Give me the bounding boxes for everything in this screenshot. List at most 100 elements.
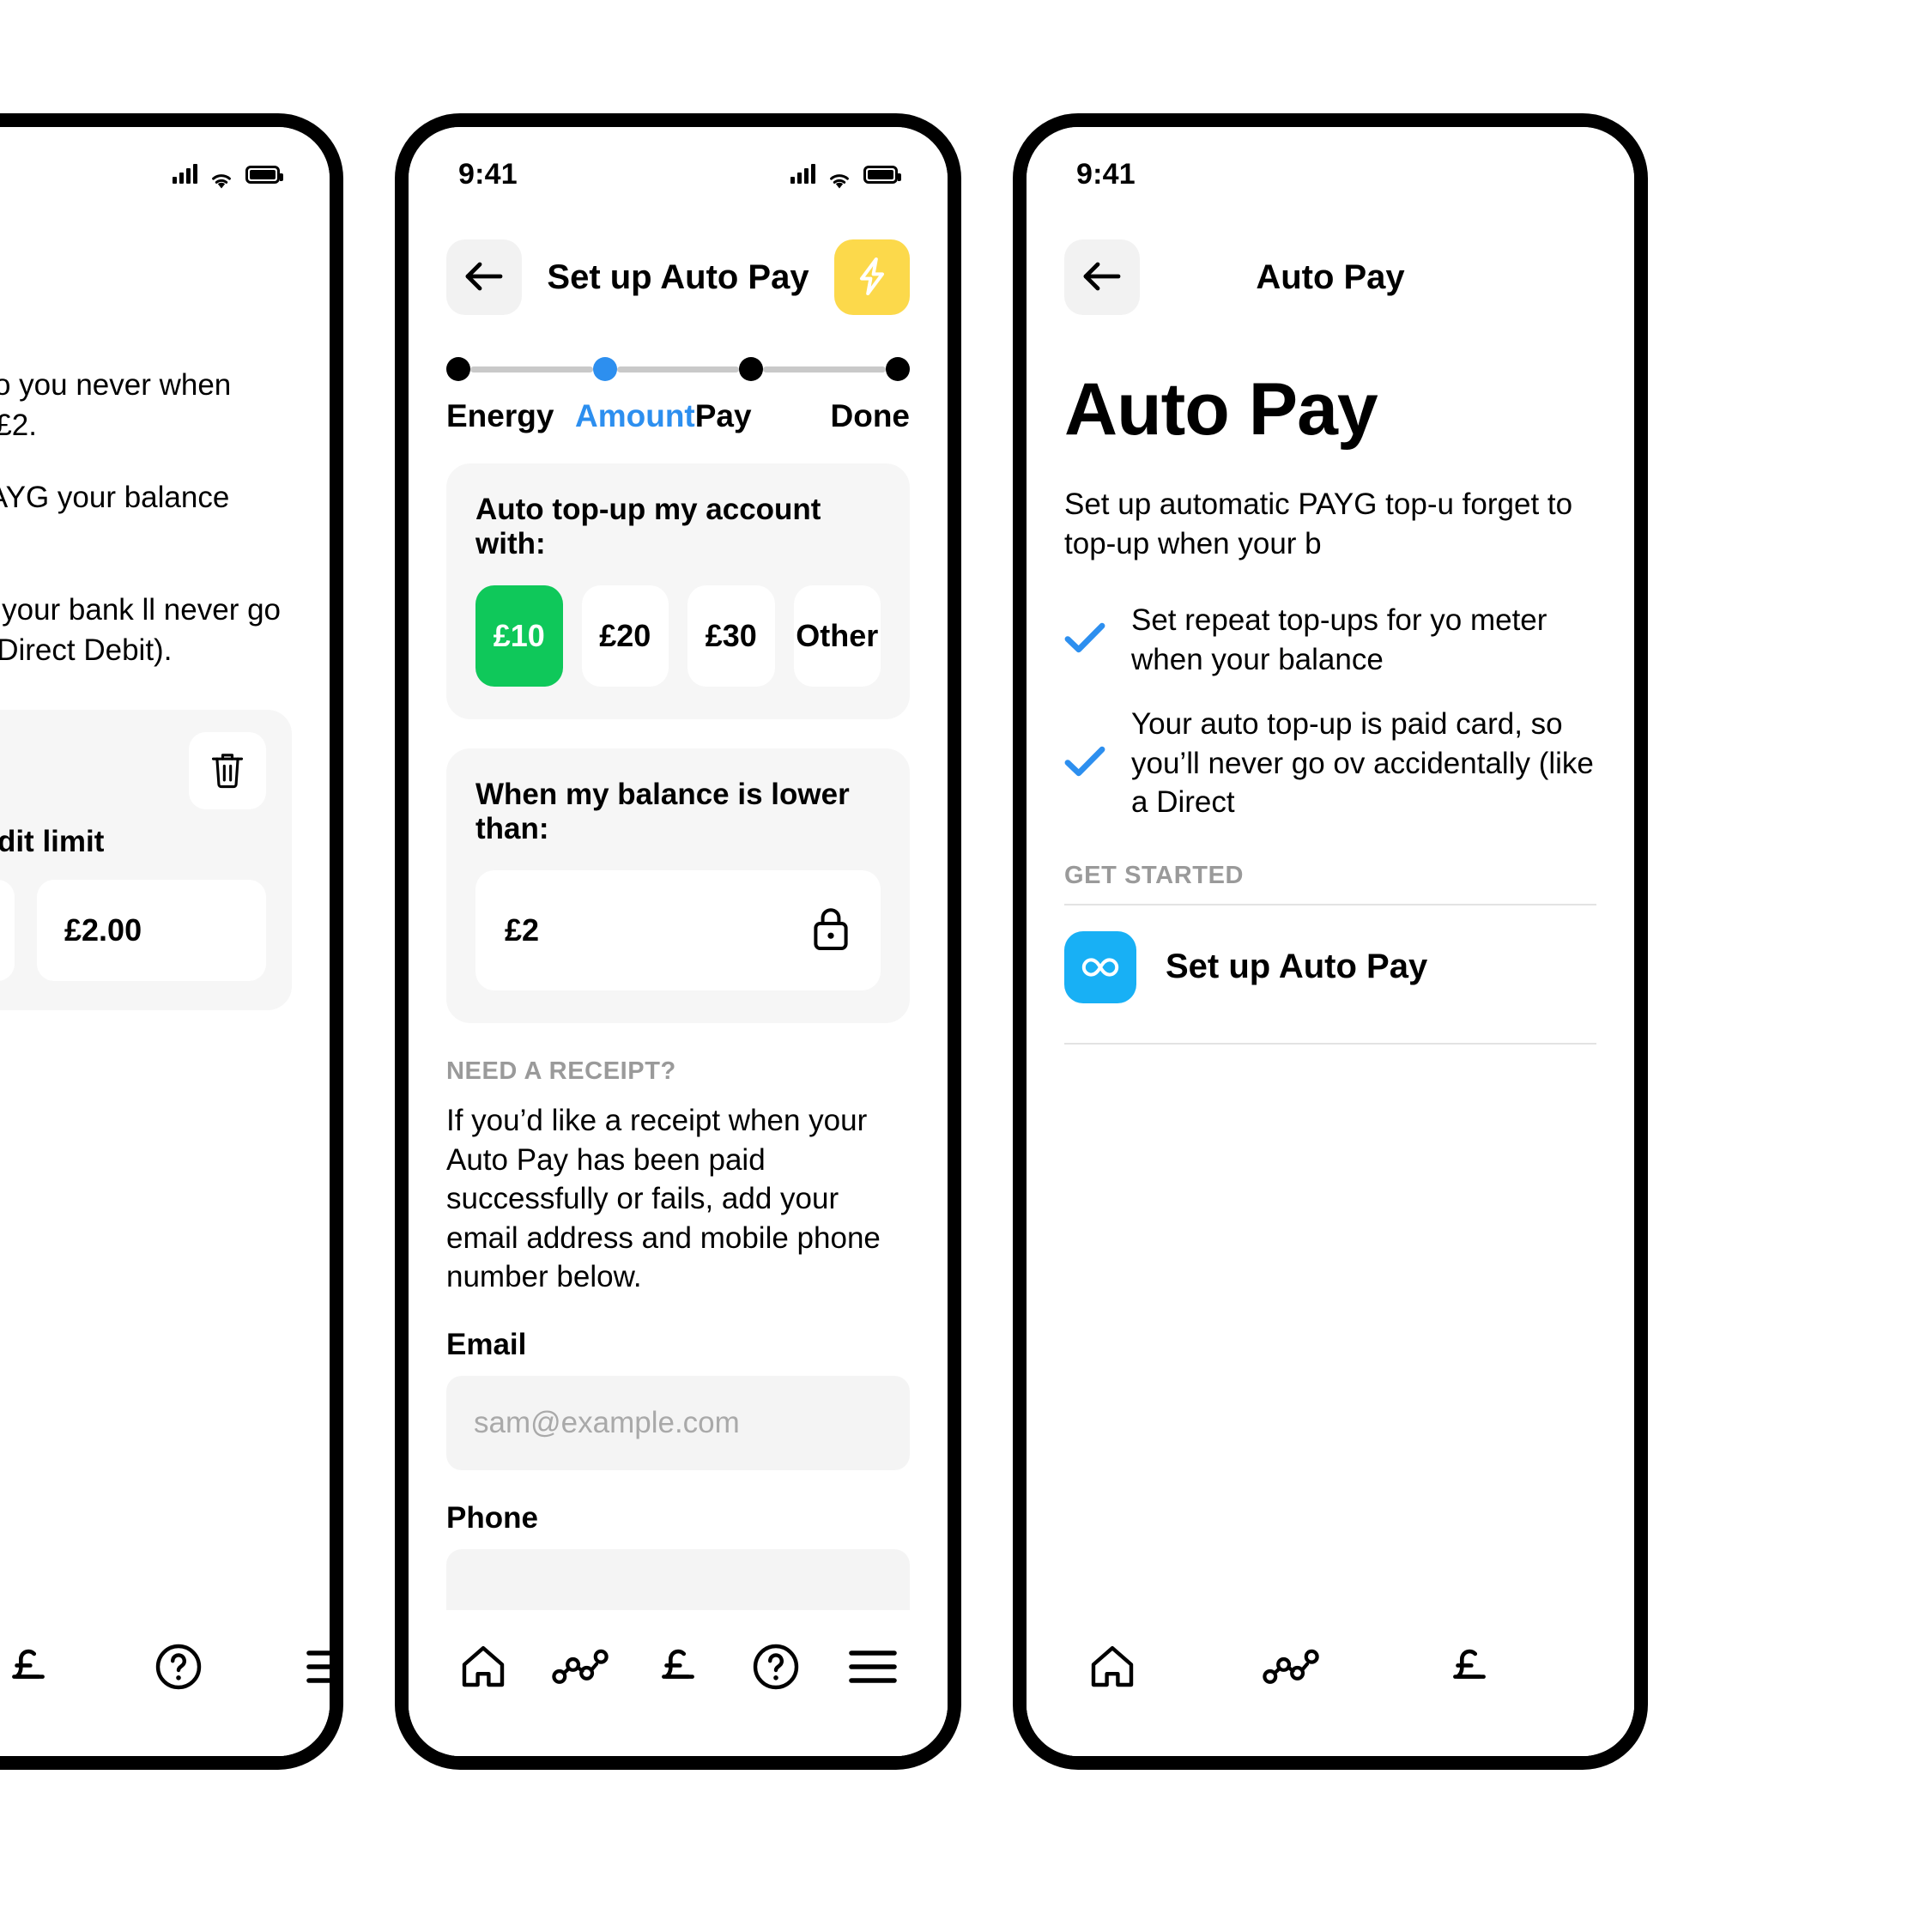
step-dot-pay[interactable]: [739, 357, 764, 381]
back-button[interactable]: [446, 239, 522, 315]
tab-help[interactable]: [736, 1629, 815, 1708]
right-status-bar: 9:41: [1027, 127, 1634, 221]
phone-left-screen: Auto Pay c PAYG top-ups so you never whe…: [0, 127, 330, 1756]
right-status-time: 9:41: [1076, 157, 1136, 191]
benefit-item: Set repeat top-ups for yo meter when you…: [1064, 601, 1596, 679]
amount-option-30[interactable]: £30: [687, 585, 775, 687]
phone-middle-screen: 9:41 Set up Auto Pay Energy Amount Pay D…: [409, 127, 948, 1756]
battery-icon: [245, 165, 283, 184]
list-item-label: Set up Auto Pay: [1166, 948, 1428, 985]
check-icon: [1064, 621, 1105, 658]
left-status-icons: [173, 164, 283, 189]
signal-icon: [790, 164, 815, 184]
auto-topup-amount-card: Auto top-up my account with: £10 £20 £30…: [446, 463, 910, 719]
delete-credit-limit-button[interactable]: [189, 732, 266, 810]
receipt-copy: If you’d like a receipt when your Auto P…: [446, 1104, 881, 1293]
phone-label: Phone: [446, 1500, 538, 1535]
left-tab-bar: [0, 1610, 330, 1756]
check-icon: [1064, 745, 1105, 782]
menu-icon: [848, 1648, 898, 1690]
balance-threshold-field[interactable]: £2: [475, 870, 881, 990]
step-label-amount: Amount: [575, 398, 695, 433]
amount-option-10[interactable]: £10: [475, 585, 563, 687]
receipt-section: NEED A RECEIPT? If you’d like a receipt …: [409, 1057, 948, 1610]
tab-pay[interactable]: [5, 1629, 51, 1708]
balance-threshold-value: £2: [505, 912, 540, 948]
benefit-item: Your auto top-up is paid card, so you’ll…: [1064, 705, 1596, 822]
left-paragraph-3: op-up is paid with your bank ll never go…: [0, 593, 282, 667]
signal-icon: [173, 164, 197, 184]
lightning-bolt-icon: [855, 256, 889, 300]
mid-tab-bar: [409, 1610, 948, 1756]
mid-status-time: 9:41: [458, 157, 518, 191]
tab-home[interactable]: [444, 1629, 523, 1708]
left-topbar: Auto Pay: [0, 221, 330, 333]
right-tab-bar: [1027, 1610, 1634, 1756]
usage-icon: [1263, 1649, 1319, 1689]
step-dot-amount[interactable]: [592, 357, 617, 381]
wifi-icon: [209, 165, 233, 189]
step-dot-done[interactable]: [886, 357, 911, 381]
amount-options: £10 £20 £30 Other: [475, 585, 881, 687]
stepper-dots: [446, 357, 911, 381]
right-topbar: Auto Pay: [1027, 221, 1634, 333]
tab-usage[interactable]: [541, 1629, 620, 1708]
lock-icon: [810, 905, 851, 956]
credit-limit-value[interactable]: £2.00: [37, 880, 266, 982]
mid-topbar: Set up Auto Pay: [409, 221, 948, 333]
pound-icon: [1446, 1642, 1493, 1696]
arrow-left-icon: [1082, 261, 1122, 294]
auto-topup-amount-title: Auto top-up my account with:: [475, 493, 821, 560]
receipt-eyebrow: NEED A RECEIPT?: [446, 1057, 676, 1085]
phone-field[interactable]: [446, 1548, 910, 1610]
benefits-list: Set repeat top-ups for yo meter when you…: [1027, 601, 1634, 822]
step-label-pay: Pay: [694, 398, 752, 433]
home-icon: [459, 1644, 507, 1694]
amount-option-other[interactable]: Other: [793, 585, 881, 687]
amount-option-20[interactable]: £20: [581, 585, 669, 687]
tab-usage[interactable]: [1251, 1629, 1330, 1708]
left-scroll-area[interactable]: Auto Pay c PAYG top-ups so you never whe…: [0, 127, 330, 1610]
left-paragraph-2: op-ups for your PAYG your balance reache…: [0, 481, 230, 515]
step-bar-3: [763, 366, 887, 372]
back-button[interactable]: [1064, 239, 1140, 315]
tab-home[interactable]: [1073, 1629, 1152, 1708]
left-page-title: Auto Pay: [0, 258, 292, 297]
left-paragraph-1: c PAYG top-ups so you never when your ba…: [0, 368, 232, 442]
step-dot-energy[interactable]: [446, 357, 470, 381]
battery-icon: [863, 165, 901, 184]
phone-middle: 9:41 Set up Auto Pay Energy Amount Pay D…: [395, 113, 961, 1770]
trash-icon: [209, 748, 246, 794]
help-icon: [752, 1643, 800, 1695]
list-divider-bottom: [1064, 1042, 1596, 1045]
mid-status-bar: 9:41: [409, 127, 948, 221]
get-started-label: GET STARTED: [1064, 861, 1245, 889]
infinity-icon: [1064, 930, 1136, 1003]
pound-icon: [655, 1642, 701, 1696]
mid-scroll-area[interactable]: 9:41 Set up Auto Pay Energy Amount Pay D…: [409, 127, 948, 1610]
email-label: Email: [446, 1327, 527, 1361]
tab-help[interactable]: [154, 1629, 203, 1708]
arrow-left-icon: [464, 261, 504, 294]
tab-menu[interactable]: [306, 1629, 330, 1708]
credit-limit-fields: £2.00: [0, 880, 266, 982]
credit-limit-label: Credit limit: [0, 825, 105, 859]
step-bar-1: [470, 366, 593, 372]
list-item-set-up-auto-pay[interactable]: Set up Auto Pay: [1027, 905, 1634, 1029]
left-status-bar: [0, 127, 330, 221]
energy-action-button[interactable]: [834, 239, 910, 315]
tab-menu[interactable]: [833, 1629, 912, 1708]
benefit-text: Your auto top-up is paid card, so you’ll…: [1131, 707, 1594, 819]
tab-pay[interactable]: [1430, 1629, 1509, 1708]
usage-icon: [552, 1649, 609, 1689]
step-label-done: Done: [830, 398, 911, 433]
pound-icon: [5, 1642, 51, 1696]
credit-limit-box-left[interactable]: [0, 880, 15, 982]
tab-pay[interactable]: [639, 1629, 718, 1708]
step-label-energy: Energy: [446, 398, 554, 433]
balance-threshold-card: When my balance is lower than: £2: [446, 748, 910, 1023]
right-scroll-area[interactable]: 9:41 Auto Pay Auto Pay Set up automatic …: [1027, 127, 1634, 1610]
email-field[interactable]: [446, 1375, 910, 1470]
benefit-text: Set repeat top-ups for yo meter when you…: [1131, 603, 1547, 676]
credit-limit-card: Credit limit £2.00: [0, 710, 292, 1011]
